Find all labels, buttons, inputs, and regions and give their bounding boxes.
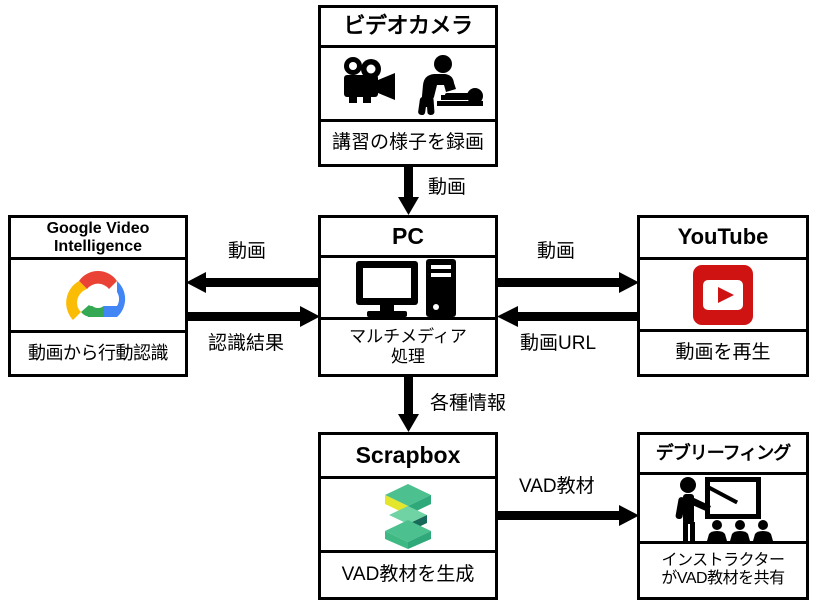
movie-camera-and-cpr-training-icon <box>321 48 495 119</box>
arrow-camera-to-pc <box>398 166 420 216</box>
arrow-pc-to-youtube <box>497 272 639 294</box>
node-video-camera[interactable]: ビデオカメラ 講習の様子を録画 <box>318 5 498 167</box>
node-google-video-intelligence-title: Google Video Intelligence <box>11 218 185 260</box>
node-scrapbox-description: VAD教材を生成 <box>341 563 475 585</box>
node-gvi-title-line1: Google Video <box>46 219 150 237</box>
diagram-canvas: ビデオカメラ 講習の様子を録画 Google Video Intelligenc… <box>0 0 816 604</box>
node-pc-description: マルチメディア 処理 <box>321 320 495 374</box>
node-debriefing-title: デブリーフィング <box>640 435 806 475</box>
node-debriefing-description-line1: インストラクター <box>661 551 785 569</box>
node-youtube-title: YouTube <box>640 218 806 260</box>
arrow-label-scrapbox-to-debrief: VAD教材 <box>519 476 595 497</box>
arrow-label-camera-to-pc: 動画 <box>428 177 467 198</box>
node-gvi-title-line2: Intelligence <box>53 237 142 255</box>
youtube-logo-icon <box>640 260 806 329</box>
scrapbox-logo-icon <box>321 479 495 551</box>
node-pc-icon-cell <box>321 258 495 321</box>
node-pc[interactable]: PC マルチメディア 処理 <box>318 215 498 377</box>
node-google-video-intelligence-icon-cell <box>11 260 185 334</box>
desktop-computer-icon <box>321 258 495 317</box>
arrow-label-youtube-to-pc: 動画URL <box>520 333 597 354</box>
node-youtube[interactable]: YouTube 動画を再生 <box>637 215 809 377</box>
node-video-camera-description: 講習の様子を録画 <box>331 131 484 153</box>
arrow-pc-to-scrapbox <box>398 377 420 433</box>
arrow-gvi-to-pc <box>186 306 320 328</box>
node-google-video-intelligence[interactable]: Google Video Intelligence 動画から行動認識 <box>8 215 188 377</box>
node-debriefing-icon-cell <box>640 475 806 544</box>
node-pc-description-line2: 処理 <box>391 347 425 367</box>
node-pc-description-line1: マルチメディア <box>349 327 467 347</box>
arrow-scrapbox-to-debrief <box>497 505 639 527</box>
node-google-video-intelligence-description: 動画から行動認識 <box>28 342 169 363</box>
google-cloud-logo-icon <box>11 260 185 330</box>
node-pc-title: PC <box>321 218 495 259</box>
arrow-youtube-to-pc <box>497 306 639 328</box>
node-scrapbox-title: Scrapbox <box>321 435 495 479</box>
node-video-camera-title: ビデオカメラ <box>321 8 495 48</box>
arrow-label-pc-to-youtube: 動画 <box>537 241 576 262</box>
arrow-label-pc-to-gvi: 動画 <box>228 241 267 262</box>
node-youtube-description: 動画を再生 <box>675 341 771 363</box>
node-debriefing[interactable]: デブリーフィング インストラクター がVAD教材を共有 <box>637 432 809 600</box>
arrow-label-gvi-to-pc: 認識結果 <box>208 333 285 354</box>
node-youtube-icon-cell <box>640 260 806 332</box>
arrow-pc-to-gvi <box>186 272 320 294</box>
arrow-label-pc-to-scrapbox: 各種情報 <box>430 393 507 414</box>
node-debriefing-description-line2: がVAD教材を共有 <box>661 570 785 588</box>
instructor-presentation-icon <box>640 475 806 541</box>
node-debriefing-description: インストラクター がVAD教材を共有 <box>640 544 806 597</box>
node-scrapbox[interactable]: Scrapbox VAD教材を生成 <box>318 432 498 600</box>
node-scrapbox-icon-cell <box>321 479 495 554</box>
node-video-camera-icon-cell <box>321 48 495 122</box>
